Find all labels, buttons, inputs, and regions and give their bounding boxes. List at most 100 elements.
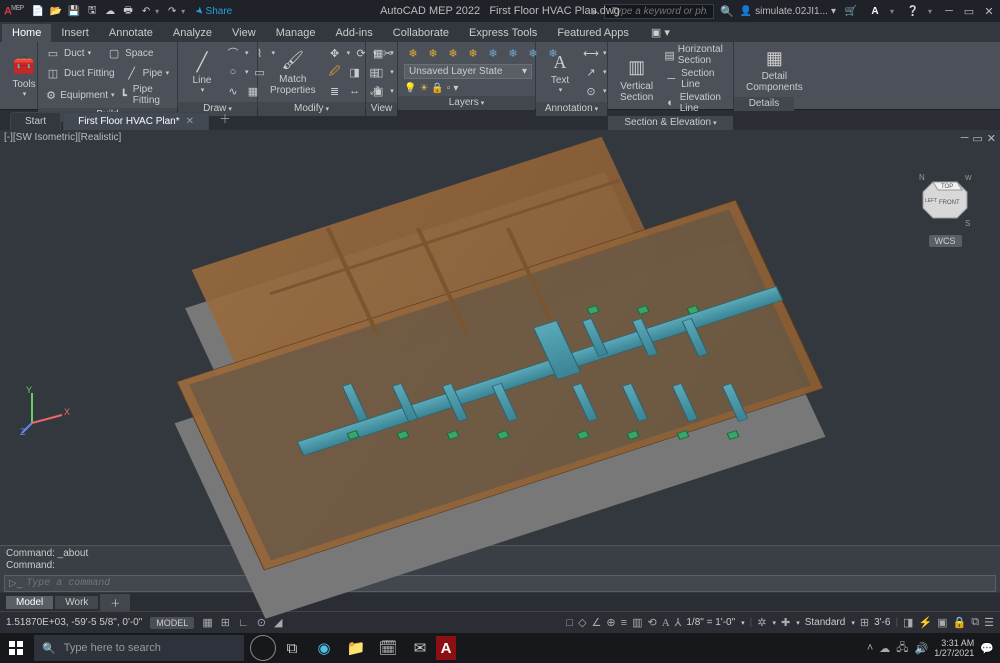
gear-icon[interactable]: ✲ [757,616,766,629]
model-space-badge[interactable]: MODEL [150,617,194,629]
detail-components-button[interactable]: ▦Detail Components [740,44,809,95]
layer-ico2[interactable]: ❄ [425,45,441,61]
layer-ico4[interactable]: ❄ [465,45,481,61]
qat-redo-icon[interactable]: ↷ [165,4,179,18]
qat-new-icon[interactable]: 📄 [31,4,45,18]
tab-collaborate[interactable]: Collaborate [383,24,459,42]
move-icon[interactable]: ✥ [327,45,343,61]
vp-close-icon[interactable]: ✕ [987,132,996,145]
hsection-button[interactable]: Horizontal Section [678,44,729,66]
volume-icon[interactable]: 🔊 [915,642,929,655]
qat-saveas-icon[interactable]: 🖫 [85,4,99,18]
tab-view[interactable]: View [222,24,266,42]
drawing-viewport[interactable]: [-][SW Isometric][Realistic] ─ ▭ ✕ [0,130,1000,545]
app-menu-icon[interactable]: A [868,4,882,18]
vertical-section-button[interactable]: ▥Vertical Section [614,54,659,105]
pipe-button[interactable]: Pipe [143,68,163,79]
dyn-input-icon[interactable]: ⊕ [606,616,615,629]
units-icon[interactable]: ⧉ [971,616,979,629]
ortho-icon[interactable]: ∟ [238,617,249,629]
mail-icon[interactable]: ✉ [404,633,436,663]
tab-insert[interactable]: Insert [51,24,99,42]
viewport-label[interactable]: [-][SW Isometric][Realistic] [4,132,121,143]
stretch-icon[interactable]: ↔ [347,83,363,99]
snap-icon[interactable]: ⊞ [221,616,230,629]
layout-model[interactable]: Model [6,596,53,609]
view1-icon[interactable]: ▦ [370,45,386,61]
qat-print-icon[interactable]: 🖶 [121,4,135,18]
layer-ico6[interactable]: ❄ [505,45,521,61]
space-button[interactable]: Space [125,48,153,59]
qat-save-icon[interactable]: 💾 [67,4,81,18]
help-search-input[interactable] [604,4,714,19]
layer-state-combo[interactable]: Unsaved Layer State▾ [404,64,532,79]
layer-ico5[interactable]: ❄ [485,45,501,61]
qat-open-icon[interactable]: 📂 [49,4,63,18]
taskbar-search[interactable]: 🔍Type here to search [34,635,244,661]
vp-maximize-icon[interactable]: ▭ [972,132,982,145]
minimize-button[interactable]: ─ [942,5,956,17]
onedrive-icon[interactable]: ☁ [879,642,890,655]
text-button[interactable]: AText▾ [542,48,578,96]
line-button[interactable]: ╱Line▾ [184,48,220,96]
start-button[interactable] [0,633,32,663]
qat-cloud-icon[interactable]: ☁ [103,4,117,18]
tab-extra-icon[interactable]: ▣ ▾ [641,23,680,42]
autocad-icon[interactable]: A [436,636,456,660]
layout-work[interactable]: Work [55,596,98,609]
anno-scale[interactable]: 1/8" = 1'-0" [686,617,735,628]
arc-icon[interactable]: ⌒ [225,45,241,61]
doc-tab-start[interactable]: Start [10,112,61,130]
ui-lock-icon[interactable]: 🔒 [953,616,967,629]
command-input[interactable] [22,576,991,591]
anno-icon[interactable]: A [662,617,670,629]
dyn-ucs-icon[interactable]: ∠ [592,616,602,629]
3dosnap-icon[interactable]: ◇ [578,616,586,629]
tab-home[interactable]: Home [2,24,51,42]
tools-button[interactable]: 🧰Tools▾ [6,52,42,100]
dim-icon[interactable]: ⟷ [583,45,599,61]
elevation-icon[interactable]: ⊞ [860,616,869,629]
pipefitting-button[interactable]: Pipe Fitting [133,84,171,106]
layout-add[interactable]: ＋ [100,594,130,611]
view-cube[interactable]: TOP FRONT LEFT N W S WCS [915,170,975,230]
signin-button[interactable]: 👤 simulate.02JI1... ▾ [740,6,836,17]
customize-icon[interactable]: ☰ [984,616,994,629]
hw-accel-icon[interactable]: ⚡ [918,616,932,629]
duct-button[interactable]: Duct [64,48,85,59]
ductfitting-button[interactable]: Duct Fitting [64,68,115,79]
qat-undo-icon[interactable]: ↶ [139,4,153,18]
undo-split-icon[interactable]: ▾ [155,7,159,16]
lwt-icon[interactable]: ≡ [621,617,627,629]
close-button[interactable]: ✕ [982,5,996,18]
search-icon[interactable]: 🔍 [720,5,734,18]
view3-icon[interactable]: ▣ [370,83,386,99]
leader-icon[interactable]: ↗ [583,64,599,80]
explorer-icon[interactable]: 📁 [340,633,372,663]
elevline-button[interactable]: Elevation Line [680,92,729,114]
clean-screen-icon[interactable]: ▣ [937,616,947,629]
help-icon[interactable]: ❔ [906,4,920,18]
tab-featuredapps[interactable]: Featured Apps [547,24,639,42]
notifications-icon[interactable]: 💬 [980,642,994,655]
cycle-icon[interactable]: ⟲ [647,616,656,629]
new-tab-button[interactable]: ＋ [211,107,239,130]
osnap-icon[interactable]: □ [566,617,573,629]
offset-icon[interactable]: ≣ [327,83,343,99]
tray-up-icon[interactable]: ˄ [867,642,873,654]
cortana-button[interactable] [250,635,276,661]
edit-icon[interactable]: 🖉 [327,64,343,80]
layer-ico3[interactable]: ❄ [445,45,461,61]
doc-tab-file[interactable]: First Floor HVAC Plan*✕ [63,112,209,130]
close-tab-icon[interactable]: ✕ [186,116,194,127]
calendar-icon[interactable]: 🗓 [372,633,404,663]
sectionline-button[interactable]: Section Line [681,68,728,90]
clock[interactable]: 3:31 AM1/27/2021 [934,638,974,658]
visual-style[interactable]: Standard [805,617,846,628]
wcs-badge[interactable]: WCS [929,235,962,247]
elevation-value[interactable]: 3'-6 [874,617,890,628]
tab-addins[interactable]: Add-ins [325,24,382,42]
grid-icon[interactable]: ▦ [202,616,212,629]
tab-manage[interactable]: Manage [266,24,326,42]
tab-analyze[interactable]: Analyze [163,24,222,42]
